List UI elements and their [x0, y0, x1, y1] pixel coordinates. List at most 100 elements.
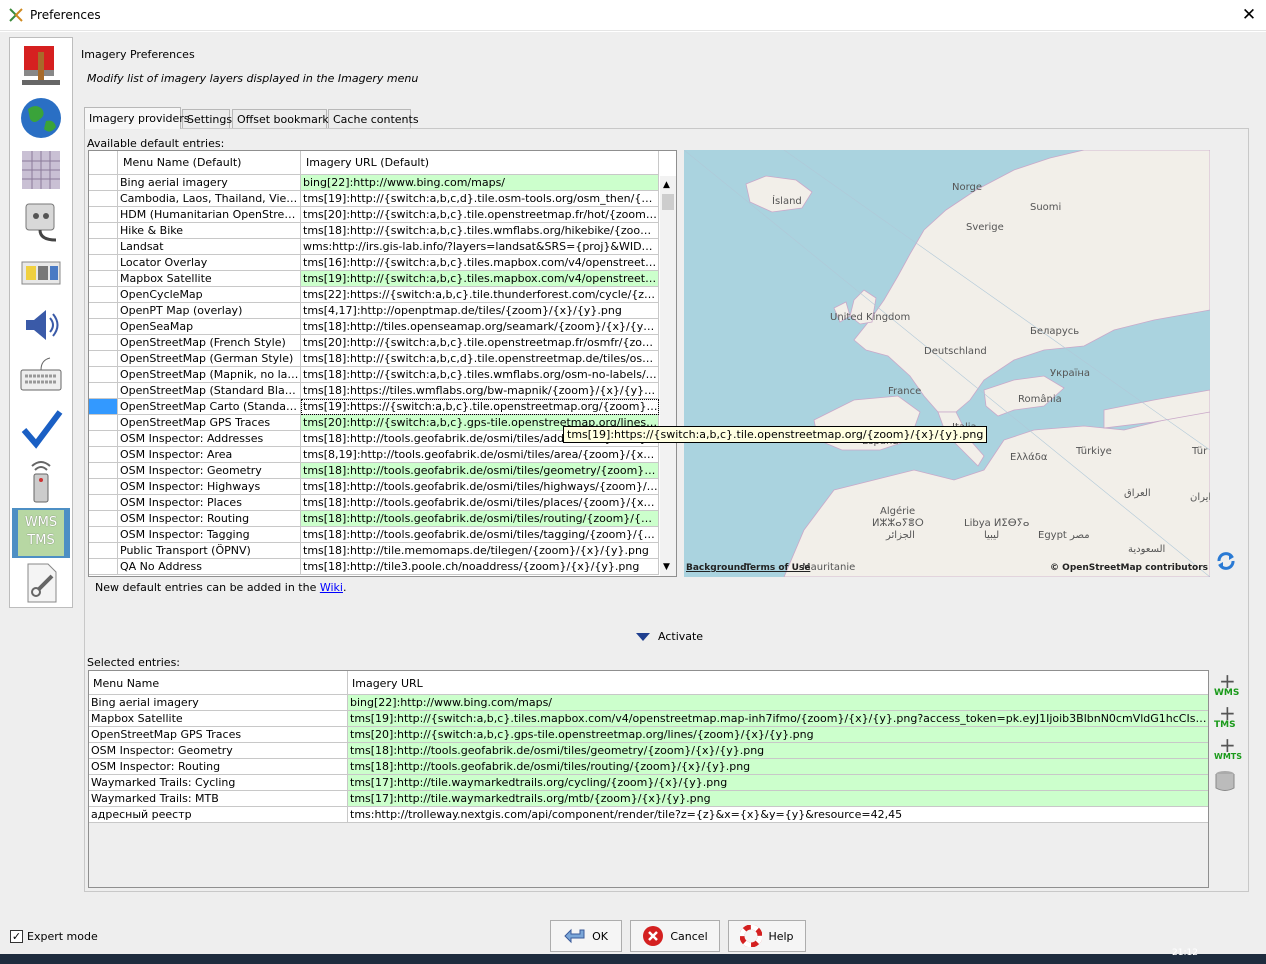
imagery-url-cell[interactable]: tms[19]:http://{switch:a,b,c}.tiles.mapb…: [348, 711, 1208, 727]
sidebar-item-imagery[interactable]: WMS TMS: [12, 508, 70, 558]
column-header-url[interactable]: Imagery URL (Default): [301, 151, 659, 175]
scroll-down-icon[interactable]: ▼: [663, 562, 670, 572]
row-header-cell[interactable]: [89, 175, 118, 191]
row-header-cell[interactable]: [89, 303, 118, 319]
column-header-imagery-url[interactable]: Imagery URL: [348, 671, 1208, 695]
row-header-cell[interactable]: [89, 239, 118, 255]
table-row[interactable]: OpenPT Map (overlay) tms[4,17]:http://ope…: [89, 303, 659, 319]
sidebar-item-remote-control[interactable]: [12, 456, 70, 506]
table-row[interactable]: OpenStreetMap (German Style) tms[18]:http…: [89, 351, 659, 367]
table-row[interactable]: OpenStreetMap (Standard Black & ...tms[1…: [89, 383, 659, 399]
menu-name-cell[interactable]: OpenStreetMap GPS Traces: [89, 727, 348, 743]
imagery-url-cell[interactable]: tms[18]:http://tools.geofabrik.de/osmi/t…: [301, 495, 659, 511]
menu-name-cell[interactable]: Public Transport (ÖPNV): [118, 543, 301, 559]
menu-name-cell[interactable]: Waymarked Trails: Cycling: [89, 775, 348, 791]
row-header-cell[interactable]: [89, 479, 118, 495]
table-row[interactable]: Mapbox Satellite tms[19]:http://{switch:a…: [89, 711, 1208, 727]
imagery-url-cell[interactable]: tms[19]:http://{switch:a,b,c,d}.tile.osm…: [301, 191, 659, 207]
menu-name-cell[interactable]: OSM Inspector: Places: [118, 495, 301, 511]
imagery-url-cell[interactable]: tms[18]:http://tile3.poole.ch/noaddress/…: [301, 559, 659, 575]
available-table-scrollbar[interactable]: ▲ ▼: [660, 176, 676, 576]
menu-name-cell[interactable]: Waymarked Trails: MTB: [89, 791, 348, 807]
menu-name-cell[interactable]: OpenStreetMap GPS Traces: [118, 415, 301, 431]
row-header-cell[interactable]: [89, 511, 118, 527]
table-row[interactable]: OSM Inspector: Tagging tms[18]:http://too…: [89, 527, 659, 543]
table-row[interactable]: Hike & Bike tms[18]:http://{switch:a,b,c}…: [89, 223, 659, 239]
table-row[interactable]: Bing aerial imagery bing[22]:http://www.b…: [89, 695, 1208, 711]
menu-name-cell[interactable]: OSM Inspector: Area: [118, 447, 301, 463]
menu-name-cell[interactable]: Mapbox Satellite: [89, 711, 348, 727]
add-wms-button[interactable]: + WMS: [1212, 671, 1242, 700]
table-row[interactable]: QA No Address tms[18]:http://tile3.poole.…: [89, 559, 659, 575]
sidebar-item-validator[interactable]: [12, 404, 70, 454]
menu-name-cell[interactable]: OpenStreetMap (German Style): [118, 351, 301, 367]
row-header-cell[interactable]: [89, 527, 118, 543]
menu-name-cell[interactable]: OpenPT Map (overlay): [118, 303, 301, 319]
imagery-url-cell[interactable]: tms[18]:http://tools.geofabrik.de/osmi/t…: [301, 479, 659, 495]
menu-name-cell[interactable]: OpenStreetMap (Standard Black & ...: [118, 383, 301, 399]
menu-name-cell[interactable]: Mapbox Satellite: [118, 271, 301, 287]
imagery-url-cell[interactable]: tms[18]:http://tile.memomaps.de/tilegen/…: [301, 543, 659, 559]
table-row[interactable]: Waymarked Trails: MTB tms[17]:http://tile…: [89, 791, 1208, 807]
imagery-preview-map[interactable]: Ísland Norge Suomi Sverige United Kingdo…: [684, 150, 1210, 577]
sidebar-item-display[interactable]: [12, 40, 70, 90]
table-row[interactable]: OpenSeaMap tms[18]:http://tiles.openseama…: [89, 319, 659, 335]
imagery-url-cell[interactable]: tms[8,19]:http://tools.geofabrik.de/osmi…: [301, 447, 659, 463]
table-row[interactable]: OSM Inspector: Places tms[18]:http://tool…: [89, 495, 659, 511]
table-row[interactable]: Waymarked Trails: Cycling tms[17]:http://…: [89, 775, 1208, 791]
imagery-url-cell[interactable]: tms[16]:http://{switch:a,b,c}.tiles.mapb…: [301, 255, 659, 271]
menu-name-cell[interactable]: Hike & Bike: [118, 223, 301, 239]
sidebar-item-advanced[interactable]: [12, 558, 70, 608]
imagery-url-cell[interactable]: tms[18]:https://tiles.wmflabs.org/bw-map…: [301, 383, 659, 399]
menu-name-cell[interactable]: Locator Overlay: [118, 255, 301, 271]
table-row[interactable]: Bing aerial imagery bing[22]:http://www.b…: [89, 175, 659, 191]
menu-name-cell[interactable]: Landsat: [118, 239, 301, 255]
sidebar-item-map-projection[interactable]: [12, 145, 70, 195]
table-row[interactable]: Mapbox Satellite tms[19]:http://{switch:a…: [89, 271, 659, 287]
wiki-link[interactable]: Wiki: [320, 581, 343, 594]
tab-offset-bookmarks[interactable]: Offset bookmarks: [232, 109, 334, 128]
cancel-button[interactable]: Cancel: [630, 920, 720, 952]
menu-name-cell[interactable]: OpenStreetMap (French Style): [118, 335, 301, 351]
imagery-url-cell[interactable]: tms[17]:http://tile.waymarkedtrails.org/…: [348, 775, 1208, 791]
sidebar-item-toolbar[interactable]: [12, 248, 70, 298]
menu-name-cell[interactable]: OpenStreetMap (Mapnik, no labels): [118, 367, 301, 383]
menu-name-cell[interactable]: OpenSeaMap: [118, 319, 301, 335]
menu-name-cell[interactable]: QA No Address: [118, 559, 301, 575]
add-tms-button[interactable]: + TMS: [1212, 703, 1242, 732]
imagery-url-cell[interactable]: tms[18]:http://tools.geofabrik.de/osmi/t…: [348, 759, 1208, 775]
menu-name-cell[interactable]: Cambodia, Laos, Thailand, Vietnam...: [118, 191, 301, 207]
tab-cache-contents[interactable]: Cache contents: [328, 109, 419, 128]
table-row[interactable]: OpenCycleMap tms[22]:https://{switch:a,b,…: [89, 287, 659, 303]
imagery-url-cell[interactable]: tms[20]:http://{switch:a,b,c}.tile.opens…: [301, 207, 659, 223]
menu-name-cell[interactable]: адресный реестр: [89, 807, 348, 823]
row-header-cell[interactable]: [89, 367, 118, 383]
row-header-cell[interactable]: [89, 543, 118, 559]
menu-name-cell[interactable]: OSM Inspector: Tagging: [118, 527, 301, 543]
imagery-url-cell[interactable]: tms[17]:http://tile.waymarkedtrails.org/…: [348, 791, 1208, 807]
menu-name-cell[interactable]: OSM Inspector: Highways: [118, 479, 301, 495]
table-row[interactable]: OpenStreetMap GPS Traces tms[20]:http://{…: [89, 727, 1208, 743]
row-header-cell[interactable]: [89, 223, 118, 239]
row-header-cell[interactable]: [89, 447, 118, 463]
imagery-url-cell[interactable]: tms[19]:http://{switch:a,b,c}.tiles.mapb…: [301, 271, 659, 287]
menu-name-cell[interactable]: OSM Inspector: Geometry: [118, 463, 301, 479]
scroll-up-icon[interactable]: ▲: [663, 180, 670, 190]
row-header-cell[interactable]: [89, 495, 118, 511]
imagery-url-cell[interactable]: tms[20]:http://{switch:a,b,c}.gps-tile.o…: [348, 727, 1208, 743]
menu-name-cell[interactable]: OSM Inspector: Routing: [89, 759, 348, 775]
sidebar-item-plugins[interactable]: [12, 196, 70, 246]
table-row[interactable]: OpenStreetMap (French Style) tms[20]:http…: [89, 335, 659, 351]
row-header-cell[interactable]: [89, 559, 118, 575]
menu-name-cell[interactable]: OSM Inspector: Routing: [118, 511, 301, 527]
expert-mode-checkbox[interactable]: ✓ Expert mode: [10, 930, 98, 943]
imagery-url-cell[interactable]: bing[22]:http://www.bing.com/maps/: [301, 175, 659, 191]
row-header-cell[interactable]: [89, 463, 118, 479]
imagery-url-cell[interactable]: tms[18]:http://tiles.openseamap.org/seam…: [301, 319, 659, 335]
table-row[interactable]: OSM Inspector: Geometry tms[18]:http://to…: [89, 463, 659, 479]
menu-name-cell[interactable]: OpenCycleMap: [118, 287, 301, 303]
row-header-cell[interactable]: [89, 415, 118, 431]
menu-name-cell[interactable]: HDM (Humanitarian OpenStreetMa...: [118, 207, 301, 223]
imagery-url-cell[interactable]: tms[18]:http://tools.geofabrik.de/osmi/t…: [301, 463, 659, 479]
scroll-thumb[interactable]: [662, 194, 674, 210]
